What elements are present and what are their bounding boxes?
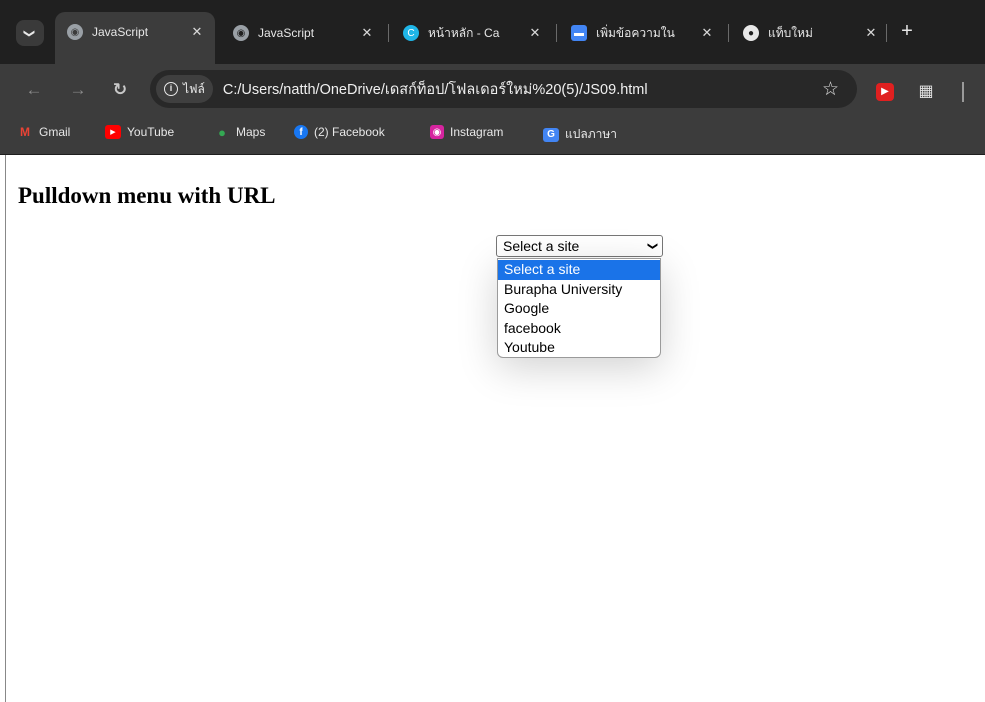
tab-javascript-active[interactable]: ◉ JavaScript ✕ bbox=[55, 12, 215, 64]
close-icon[interactable]: ✕ bbox=[697, 25, 717, 41]
bookmark-translate[interactable]: G แปลภาษา bbox=[543, 125, 617, 144]
tab-title: JavaScript bbox=[92, 25, 149, 39]
close-icon[interactable]: ✕ bbox=[187, 24, 207, 40]
globe-icon: ◉ bbox=[67, 24, 83, 40]
site-select-dropdown: Select a site Burapha University Google … bbox=[497, 258, 661, 358]
tab-separator bbox=[388, 24, 389, 42]
arrow-left-icon: ← bbox=[25, 80, 43, 99]
toolbar: ← → ↻ i ไฟล์ C:/Users/natth/OneDrive/เดส… bbox=[0, 64, 985, 114]
bookmarks-bar: M Gmail ▶ YouTube ● Maps f (2) Facebook … bbox=[0, 114, 985, 154]
option-youtube[interactable]: Youtube bbox=[498, 338, 660, 358]
bookmark-gmail[interactable]: M Gmail bbox=[17, 125, 70, 139]
tab-javascript[interactable]: ◉ JavaScript ✕ bbox=[221, 14, 385, 52]
address-bar[interactable]: i ไฟล์ C:/Users/natth/OneDrive/เดสก์ท็อป… bbox=[150, 70, 857, 108]
youtube-icon: ▶ bbox=[105, 125, 121, 139]
tab-docs[interactable]: ▬ เพิ่มข้อความใน ✕ bbox=[559, 14, 725, 52]
arrow-right-icon: → bbox=[69, 80, 87, 99]
site-select[interactable]: Select a site ❮ bbox=[496, 235, 663, 257]
gmail-icon: M bbox=[20, 125, 30, 139]
tab-separator bbox=[728, 24, 729, 42]
bookmark-label: YouTube bbox=[127, 125, 175, 139]
instagram-icon: ◉ bbox=[430, 125, 444, 139]
close-icon[interactable]: ✕ bbox=[525, 25, 545, 41]
bookmark-maps[interactable]: ● Maps bbox=[214, 124, 266, 140]
extension-icon[interactable]: ▶ bbox=[876, 83, 894, 101]
plus-icon: + bbox=[901, 20, 913, 42]
back-button[interactable]: ← bbox=[22, 78, 46, 102]
site-info-chip[interactable]: i ไฟล์ bbox=[156, 75, 213, 103]
bookmark-label: Instagram bbox=[450, 125, 504, 139]
tab-title: JavaScript bbox=[258, 26, 315, 40]
chrome-icon: ● bbox=[743, 25, 759, 41]
new-tab-button[interactable]: + bbox=[896, 20, 918, 42]
page-heading: Pulldown menu with URL bbox=[18, 183, 276, 208]
tab-search-button[interactable]: ❯ bbox=[16, 20, 44, 46]
site-info-label: ไฟล์ bbox=[183, 81, 205, 96]
url-text[interactable]: C:/Users/natth/OneDrive/เดสก์ท็อป/โฟลเดอ… bbox=[223, 78, 648, 101]
bookmark-label: แปลภาษา bbox=[565, 127, 618, 141]
bookmark-star-icon[interactable]: ☆ bbox=[822, 78, 839, 101]
extensions-puzzle-icon[interactable]: ▦ bbox=[917, 83, 935, 101]
tab-strip: ❯ ◉ JavaScript ✕ ◉ JavaScript ✕ C หน้าหล… bbox=[0, 0, 985, 64]
tab-new-tab[interactable]: ● แท็บใหม่ ✕ bbox=[731, 14, 889, 52]
tab-canva[interactable]: C หน้าหลัก - Ca ✕ bbox=[391, 14, 553, 52]
tab-title: หน้าหลัก - Ca bbox=[428, 25, 500, 40]
tab-title: เพิ่มข้อความใน bbox=[596, 25, 675, 40]
maps-pin-icon: ● bbox=[218, 124, 226, 140]
site-select-value: Select a site bbox=[503, 238, 580, 254]
chevron-down-icon: ❮ bbox=[646, 241, 658, 251]
option-google[interactable]: Google bbox=[498, 299, 660, 319]
browser-chrome: ❯ ◉ JavaScript ✕ ◉ JavaScript ✕ C หน้าหล… bbox=[0, 0, 985, 155]
forward-button[interactable]: → bbox=[66, 78, 90, 102]
page-left-border bbox=[5, 155, 6, 702]
tab-separator bbox=[886, 24, 887, 42]
reload-icon: ↻ bbox=[112, 80, 128, 99]
tab-title: แท็บใหม่ bbox=[768, 25, 813, 40]
page-content: Pulldown menu with URL Select a site ❮ S… bbox=[0, 155, 985, 702]
docs-icon: ▬ bbox=[571, 25, 587, 41]
option-burapha-university[interactable]: Burapha University bbox=[498, 280, 660, 300]
info-icon: i bbox=[164, 82, 178, 96]
toolbar-divider bbox=[962, 82, 964, 102]
close-icon[interactable]: ✕ bbox=[861, 25, 881, 41]
bookmark-label: (2) Facebook bbox=[314, 125, 385, 139]
bookmark-label: Maps bbox=[236, 125, 266, 139]
bookmark-label: Gmail bbox=[39, 125, 71, 139]
bookmark-facebook[interactable]: f (2) Facebook bbox=[294, 125, 385, 139]
option-select-a-site[interactable]: Select a site bbox=[498, 260, 660, 280]
bookmark-youtube[interactable]: ▶ YouTube bbox=[105, 125, 174, 139]
facebook-icon: f bbox=[294, 125, 308, 139]
close-icon[interactable]: ✕ bbox=[357, 25, 377, 41]
option-facebook[interactable]: facebook bbox=[498, 319, 660, 339]
chevron-down-icon: ❯ bbox=[23, 28, 36, 38]
translate-icon: G bbox=[543, 127, 559, 142]
canva-icon: C bbox=[403, 25, 419, 41]
bookmark-instagram[interactable]: ◉ Instagram bbox=[430, 125, 503, 139]
tab-separator bbox=[556, 24, 557, 42]
reload-button[interactable]: ↻ bbox=[108, 78, 132, 102]
globe-icon: ◉ bbox=[233, 25, 249, 41]
